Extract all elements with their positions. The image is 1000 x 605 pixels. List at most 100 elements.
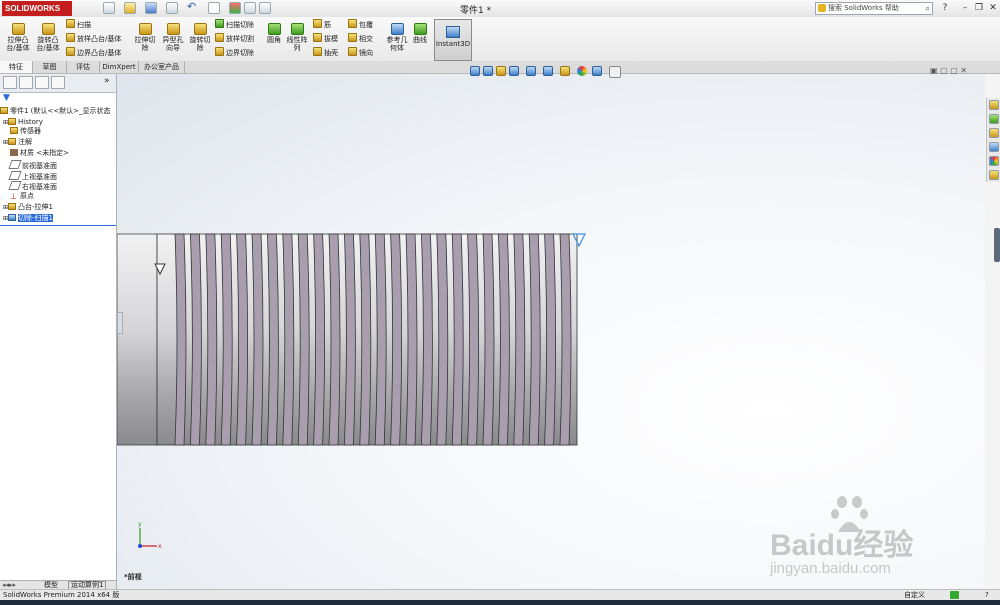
design-library-icon[interactable]	[989, 114, 999, 124]
tree-item-front-plane[interactable]: 前视基准面	[8, 160, 126, 170]
boundary-cut-button[interactable]: 边界切除	[215, 47, 254, 58]
thread-crest[interactable]	[282, 233, 295, 446]
thread-crest[interactable]	[451, 233, 464, 446]
thread-crest[interactable]	[467, 233, 479, 446]
new-document-icon[interactable]	[103, 2, 115, 14]
view-palette-icon[interactable]	[989, 142, 999, 152]
thread-crest[interactable]	[205, 233, 218, 446]
feature-tree-tab-icon[interactable]	[3, 76, 17, 89]
hide-show-items-icon[interactable]	[560, 66, 570, 76]
viewport-window-controls[interactable]: ▣ ▢ ▢ ✕	[930, 66, 967, 75]
draft-button[interactable]: 拔模	[313, 33, 338, 44]
solidworks-resources-icon[interactable]	[989, 100, 999, 110]
hole-wizard-button[interactable]: 异型孔向导	[160, 23, 186, 52]
tab-features[interactable]: 特征	[0, 61, 33, 73]
edit-appearance-icon[interactable]	[577, 66, 587, 76]
restore-button[interactable]: ❐	[974, 3, 984, 13]
thread-crest[interactable]	[528, 233, 541, 446]
extrude-cut-button[interactable]: 拉伸切除	[132, 23, 158, 52]
open-folder-icon[interactable]	[124, 2, 136, 14]
zoom-area-icon[interactable]	[483, 66, 493, 76]
intersect-button[interactable]: 相交	[348, 33, 373, 44]
rib-button[interactable]: 筋	[313, 19, 331, 30]
thread-crest[interactable]	[436, 233, 449, 446]
thread-crest[interactable]	[359, 233, 372, 446]
thread-crest[interactable]	[497, 233, 510, 446]
thread-crest[interactable]	[313, 233, 325, 446]
extrude-boss-button[interactable]: 拉伸凸台/基体	[4, 23, 32, 52]
search-icon[interactable]: ⌕	[926, 3, 930, 14]
rebuild-status-icon[interactable]	[950, 591, 959, 599]
rollback-bar[interactable]	[0, 225, 116, 226]
expand-panel-icon[interactable]: »	[104, 76, 110, 86]
tree-item-part[interactable]: 零件1 (默认<<默认>_显示状态	[0, 107, 116, 116]
tree-item-origin[interactable]: ⊥ 原点	[10, 192, 126, 201]
thread-crest[interactable]	[420, 233, 433, 446]
save-icon[interactable]	[145, 2, 157, 14]
display-manager-tab-icon[interactable]	[51, 76, 65, 89]
rebuild-icon[interactable]	[229, 2, 241, 14]
view-settings-icon[interactable]	[609, 66, 621, 78]
property-manager-tab-icon[interactable]	[19, 76, 33, 89]
thread-crest[interactable]	[266, 233, 279, 446]
thread-crest[interactable]	[236, 233, 248, 446]
thread-crest[interactable]	[513, 233, 526, 446]
fillet-button[interactable]: 圆角	[264, 23, 284, 44]
tab-sketch[interactable]: 草图	[33, 61, 67, 73]
sweep-button[interactable]: 扫描	[66, 19, 91, 30]
file-properties-icon[interactable]	[244, 2, 256, 14]
tree-item-boss-extrude[interactable]: ⊞ 凸台-拉伸1	[3, 203, 119, 212]
loft-boss-button[interactable]: 放样凸台/基体	[66, 33, 121, 44]
thread-crest[interactable]	[328, 233, 341, 446]
revolve-boss-button[interactable]: 旋转凸台/基体	[34, 23, 62, 52]
panel-collapse-handle[interactable]	[117, 312, 123, 334]
thread-crest[interactable]	[343, 233, 356, 446]
thread-crest[interactable]	[251, 233, 264, 446]
tree-item-sensors[interactable]: 传感器	[10, 127, 126, 136]
section-view-icon[interactable]	[509, 66, 519, 76]
thread-crest[interactable]	[297, 233, 310, 446]
thread-crest[interactable]	[174, 233, 187, 446]
apply-scene-icon[interactable]	[592, 66, 602, 76]
close-button[interactable]: ✕	[988, 3, 998, 13]
thread-crest[interactable]	[374, 233, 387, 446]
shaft-body[interactable]	[117, 233, 158, 446]
tab-evaluate[interactable]: 评估	[67, 61, 100, 73]
tree-item-cut-sweep[interactable]: ⊞ 切除-扫描1	[3, 214, 119, 223]
previous-view-icon[interactable]	[496, 66, 506, 76]
thread-crest[interactable]	[544, 233, 556, 446]
filter-icon[interactable]: ▼	[3, 93, 10, 103]
custom-properties-icon[interactable]	[989, 170, 999, 180]
options-icon[interactable]	[259, 2, 271, 14]
tree-item-right-plane[interactable]: 右视基准面	[8, 181, 126, 191]
file-explorer-icon[interactable]	[989, 128, 999, 138]
linear-pattern-button[interactable]: 线性阵列	[286, 23, 308, 52]
thread-crest[interactable]	[390, 233, 402, 446]
configuration-tab-icon[interactable]	[35, 76, 49, 89]
tree-item-material[interactable]: 材质 <未指定>	[10, 149, 126, 158]
shell-button[interactable]: 抽壳	[313, 47, 338, 58]
zoom-to-fit-icon[interactable]	[470, 66, 480, 76]
task-pane-handle[interactable]	[994, 228, 1000, 262]
thread-crest[interactable]	[405, 233, 418, 446]
instant3d-button[interactable]: Instant3D	[434, 19, 472, 61]
revolve-cut-button[interactable]: 旋转切除	[187, 23, 213, 52]
tree-item-history[interactable]: ⊞ History	[3, 118, 119, 127]
thread-crest[interactable]	[482, 233, 495, 446]
boundary-boss-button[interactable]: 边界凸台/基体	[66, 47, 121, 58]
appearances-icon[interactable]	[989, 156, 999, 166]
undo-icon[interactable]: ↶	[187, 1, 199, 14]
help-icon[interactable]: ?	[940, 3, 950, 13]
select-arrow-icon[interactable]	[208, 2, 220, 14]
lofted-cut-button[interactable]: 放样切割	[215, 33, 254, 44]
thread-crest[interactable]	[189, 233, 202, 446]
help-search-input[interactable]: 搜索 SolidWorks 帮助 ⌕	[815, 2, 933, 15]
reference-geometry-button[interactable]: 参考几何体	[385, 23, 409, 52]
tab-dimxpert[interactable]: DimXpert	[100, 61, 139, 73]
tree-item-top-plane[interactable]: 上视基准面	[8, 171, 126, 181]
thread-crest[interactable]	[559, 233, 572, 446]
minimize-button[interactable]: –	[960, 3, 970, 13]
print-icon[interactable]	[166, 2, 178, 14]
curves-button[interactable]: 曲线	[411, 23, 429, 44]
swept-cut-button[interactable]: 扫描切除	[215, 19, 254, 30]
